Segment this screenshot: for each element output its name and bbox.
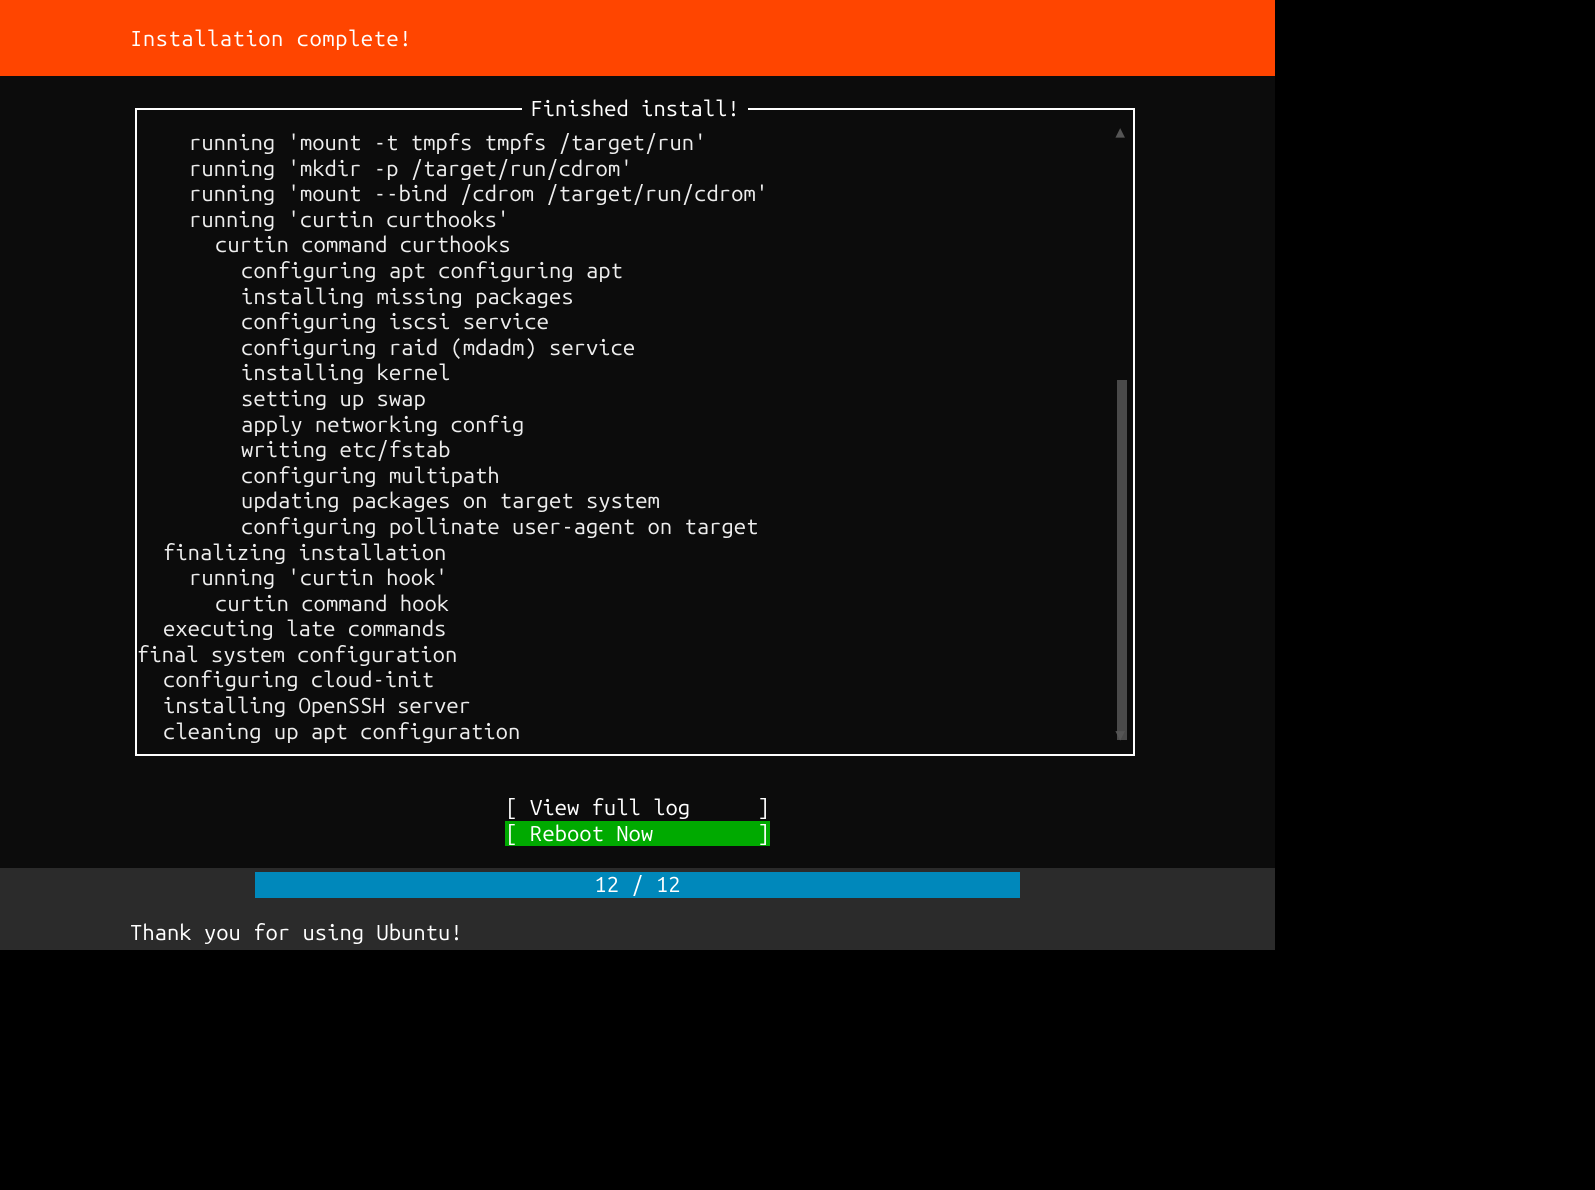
- bracket-close: ]: [745, 795, 770, 820]
- log-line: configuring apt configuring apt: [137, 258, 1133, 284]
- log-line: installing missing packages: [137, 284, 1133, 310]
- log-line: final system configuration: [137, 642, 1133, 668]
- scroll-up-icon[interactable]: ▲: [1115, 122, 1125, 141]
- log-line: cleaning up apt configuration: [137, 719, 1133, 745]
- log-line: curtin command hook: [137, 591, 1133, 617]
- log-line: running 'mount -t tmpfs tmpfs /target/ru…: [137, 130, 1133, 156]
- log-line: running 'mount --bind /cdrom /target/run…: [137, 181, 1133, 207]
- log-line: executing late commands: [137, 616, 1133, 642]
- log-line: writing etc/fstab: [137, 437, 1133, 463]
- view-full-log-button[interactable]: View full log: [530, 795, 745, 821]
- log-line: configuring pollinate user-agent on targ…: [137, 514, 1133, 540]
- header-bar: Installation complete!: [0, 0, 1275, 76]
- log-line: configuring iscsi service: [137, 309, 1133, 335]
- thankyou-text: Thank you for using Ubuntu!: [130, 920, 463, 945]
- scroll-down-icon[interactable]: ▼: [1115, 725, 1125, 744]
- bottom-margin: [0, 950, 1595, 1190]
- install-log[interactable]: running 'mount -t tmpfs tmpfs /target/ru…: [137, 110, 1133, 744]
- bracket-open: [: [505, 795, 530, 820]
- scrollbar-thumb[interactable]: [1117, 380, 1127, 740]
- right-margin: [1275, 0, 1595, 950]
- bracket-close: ]: [745, 821, 770, 846]
- log-line: updating packages on target system: [137, 488, 1133, 514]
- log-line: configuring raid (mdadm) service: [137, 335, 1133, 361]
- log-line: curtin command curthooks: [137, 232, 1133, 258]
- log-line: apply networking config: [137, 412, 1133, 438]
- log-line: installing OpenSSH server: [137, 693, 1133, 719]
- progress-bar: 12 / 12: [255, 872, 1020, 898]
- log-line: running 'curtin hook': [137, 565, 1133, 591]
- bracket-open: [: [505, 821, 530, 846]
- header-title: Installation complete!: [130, 26, 412, 51]
- reboot-now-button[interactable]: Reboot Now: [530, 821, 745, 847]
- progress-text: 12 / 12: [594, 872, 680, 897]
- log-line: configuring cloud-init: [137, 667, 1133, 693]
- log-line: installing kernel: [137, 360, 1133, 386]
- log-line: setting up swap: [137, 386, 1133, 412]
- log-line: finalizing installation: [137, 540, 1133, 566]
- install-log-panel: Finished install! running 'mount -t tmpf…: [135, 108, 1135, 756]
- action-buttons: [ View full log ] [ Reboot Now ]: [0, 795, 1275, 847]
- log-line: running 'mkdir -p /target/run/cdrom': [137, 156, 1133, 182]
- log-line: configuring multipath: [137, 463, 1133, 489]
- log-line: running 'curtin curthooks': [137, 207, 1133, 233]
